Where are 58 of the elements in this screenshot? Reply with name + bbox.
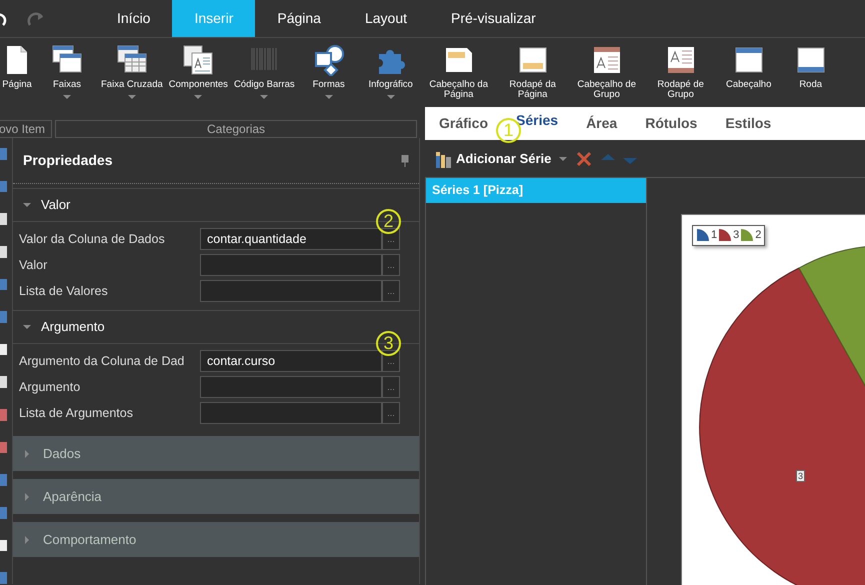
legend-label: 3 <box>733 228 740 243</box>
legend-label: 2 <box>755 228 762 243</box>
browse-button[interactable]: ... <box>382 228 400 250</box>
ribbon-item[interactable]: Rodapé da Página <box>496 38 570 100</box>
toolbox-icon[interactable] <box>0 246 7 258</box>
designer-tab[interactable]: Estilos <box>713 113 784 134</box>
browse-button[interactable]: ... <box>382 280 400 302</box>
browse-button[interactable]: ... <box>382 254 400 276</box>
property-label: Valor <box>19 256 48 274</box>
section-header[interactable]: Dados <box>13 436 419 471</box>
ribbon-item[interactable]: Faixa Cruzada <box>98 38 166 99</box>
designer-tab[interactable]: Rótulos <box>633 113 710 134</box>
caret-icon[interactable] <box>559 156 568 160</box>
ribbon-item[interactable]: Componentes <box>166 38 231 99</box>
property-field[interactable] <box>200 280 382 302</box>
ribbon-item[interactable]: Cabeçalho <box>718 38 780 90</box>
menu-tab[interactable]: Início <box>95 0 172 37</box>
property-field[interactable] <box>200 402 382 424</box>
ribbon-item[interactable]: Página <box>0 38 36 90</box>
panel-title: Propriedades <box>23 151 112 170</box>
ribbon-item[interactable]: Formas <box>298 38 360 99</box>
section-header[interactable]: Comportamento <box>13 522 419 557</box>
ribbon-item[interactable]: Cabeçalho da Página <box>422 38 496 100</box>
components-icon <box>182 44 214 76</box>
ribbon-item[interactable]: Infográfico <box>360 38 422 99</box>
delete-icon[interactable] <box>575 150 594 168</box>
browse-button[interactable]: ... <box>382 402 400 424</box>
pin-icon[interactable] <box>401 154 409 166</box>
data-label: 3 <box>796 470 806 482</box>
property-label: Argumento da Coluna de Dad <box>19 352 186 370</box>
menu-tab[interactable]: Pré-visualizar <box>429 0 558 37</box>
group-label: Categorias <box>55 120 418 138</box>
browse-button[interactable]: ... <box>382 350 400 372</box>
toolbox-icon[interactable] <box>0 376 7 388</box>
property-field[interactable] <box>200 376 382 398</box>
designer-tab[interactable]: Área <box>574 113 630 134</box>
property-field[interactable]: contar.quantidade <box>200 228 382 250</box>
property-label: Lista de Argumentos <box>19 404 134 422</box>
property-label: Argumento <box>19 378 82 396</box>
legend-label: 1 <box>711 228 718 243</box>
menu-tab[interactable]: Layout <box>342 0 430 37</box>
ribbon-item[interactable]: Faixas <box>36 38 98 99</box>
ribbon-item[interactable]: Cabeçalho de Grupo <box>570 38 644 100</box>
property-label: Lista de Valores <box>19 282 109 300</box>
ribbon-item[interactable]: Roda <box>780 38 842 90</box>
property-field[interactable]: contar.curso <box>200 350 382 372</box>
menu-tab[interactable]: Página <box>255 0 343 37</box>
add-series-button[interactable]: Adicionar Série <box>434 148 552 168</box>
section-header[interactable]: Aparência <box>13 479 419 514</box>
shapes-icon <box>312 44 345 76</box>
property-label: Valor da Coluna de Dados <box>19 230 166 248</box>
toolbox-icon[interactable] <box>0 344 7 356</box>
browse-button[interactable]: ... <box>382 376 400 398</box>
property-field[interactable] <box>200 254 382 276</box>
toolbox-icon[interactable] <box>0 540 7 552</box>
chart-icon <box>434 150 452 168</box>
ribbon-item[interactable]: Código Barras <box>230 38 298 99</box>
ribbon-item[interactable]: Rodapé de Grupo <box>644 38 718 100</box>
